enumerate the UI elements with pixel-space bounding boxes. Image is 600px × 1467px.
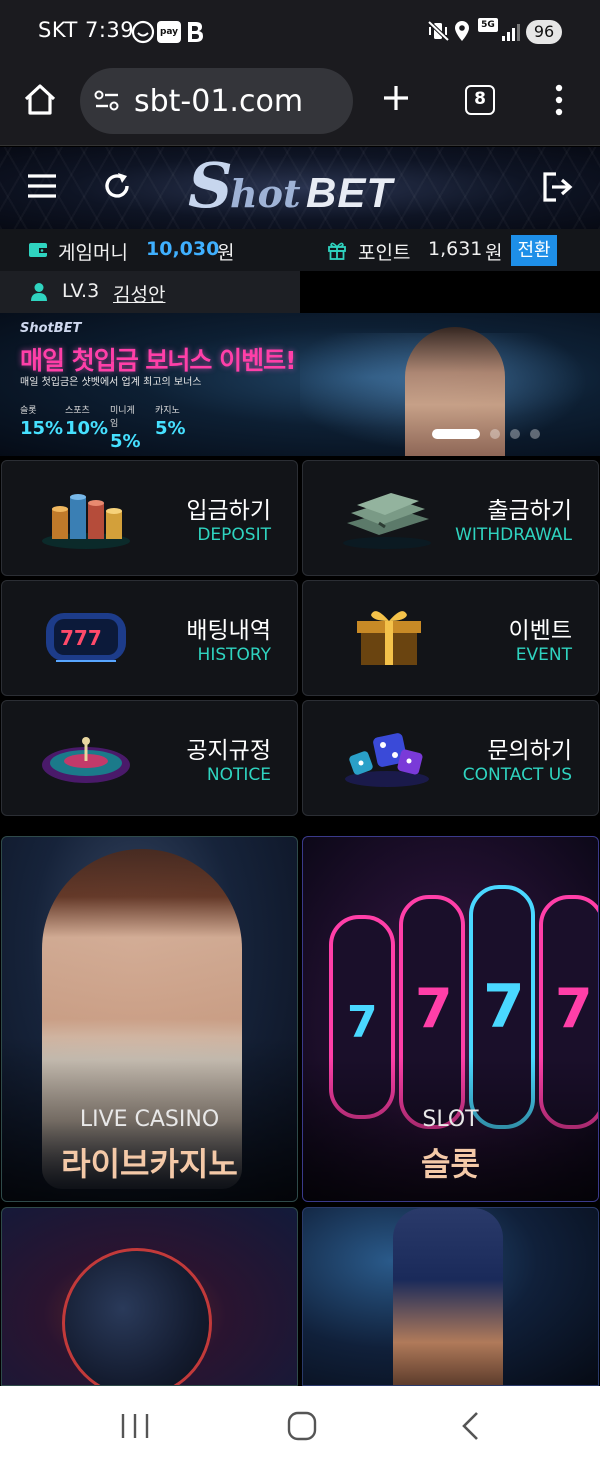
minigame-tile[interactable]	[302, 1207, 599, 1386]
mute-vibrate-icon	[427, 20, 450, 46]
live-casino-tile[interactable]: LIVE CASINO 라이브카지노	[1, 836, 298, 1202]
point-panel: 포인트 1,631 원 전환	[300, 229, 600, 271]
pay-icon: pay	[157, 21, 181, 43]
logo-s: S	[188, 149, 233, 222]
banner-subtitle: 매일 첫입금은 샷벳에서 업계 최고의 보너스	[20, 377, 202, 388]
contact-label: 문의하기	[487, 738, 572, 764]
notice-sublabel: NOTICE	[206, 765, 271, 785]
event-label: 이벤트	[508, 618, 572, 644]
dice-icon	[339, 723, 435, 793]
svg-text:7: 7	[555, 977, 593, 1040]
event-button[interactable]: 이벤트 EVENT	[302, 580, 599, 696]
address-bar[interactable]: sbt-01.com	[80, 68, 353, 134]
live-casino-en-label: LIVE CASINO	[79, 1107, 220, 1132]
withdrawal-button[interactable]: 출금하기 WITHDRAWAL	[302, 460, 599, 576]
url-text: sbt-01.com	[134, 84, 304, 119]
site-settings-icon[interactable]	[94, 90, 120, 116]
user-level-panel: LV.3 김성안	[0, 271, 300, 313]
more-menu-icon[interactable]	[553, 84, 565, 120]
wallet-icon	[28, 241, 48, 263]
gift-box-icon	[339, 603, 435, 673]
bonus-rates: 슬롯 15% 스포츠 10% 미니게임 5% 카지노 5%	[20, 403, 188, 452]
point-label: 포인트	[358, 242, 411, 264]
deposit-label: 입금하기	[186, 498, 271, 524]
live-casino-ko-label: 라이브카지노	[61, 1145, 238, 1183]
contact-button[interactable]: 문의하기 CONTACT US	[302, 700, 599, 816]
point-value: 1,631	[428, 238, 483, 260]
rate-sports: 스포츠 10%	[65, 406, 109, 439]
slot-reel-icon: 777	[38, 603, 134, 673]
sports-tile[interactable]	[1, 1207, 298, 1386]
cash-stack-icon	[339, 483, 435, 553]
new-tab-icon[interactable]	[381, 83, 411, 117]
banner-pagination	[432, 429, 540, 439]
rate-slot: 슬롯 15%	[20, 406, 64, 439]
convert-button[interactable]: 전환	[511, 235, 557, 266]
roulette-icon	[38, 723, 134, 793]
notice-label: 공지규정	[186, 738, 271, 764]
deposit-button[interactable]: 입금하기 DEPOSIT	[1, 460, 298, 576]
smile-app-icon	[131, 20, 155, 48]
banner-title: 매일 첫입금 보너스 이벤트!	[20, 346, 297, 375]
point-unit: 원	[485, 242, 503, 264]
hamburger-menu-icon[interactable]	[27, 173, 57, 203]
athlete-image	[393, 1208, 503, 1385]
back-nav-icon[interactable]	[460, 1411, 480, 1445]
system-nav-bar	[0, 1386, 600, 1467]
user-icon	[30, 282, 48, 306]
game-money-value: 10,030	[146, 238, 220, 260]
b-app-icon	[186, 20, 204, 48]
coins-icon	[38, 483, 134, 553]
history-button[interactable]: 777 배팅내역 HISTORY	[1, 580, 298, 696]
banner-brand: ShotBET	[20, 321, 82, 336]
location-icon	[454, 20, 470, 46]
logout-icon[interactable]	[542, 171, 574, 207]
carrier-time: SKT 7:39	[38, 18, 135, 42]
svg-text:7: 7	[483, 972, 525, 1042]
battery-indicator: 96	[526, 20, 562, 44]
game-money-panel: 게임머니 10,030 원	[0, 229, 300, 271]
signal-icon	[501, 22, 521, 46]
status-bar: SKT 7:39 pay 5G 96	[0, 0, 600, 64]
slot-tile[interactable]: 7 7 7 7 SLOT 슬롯	[302, 836, 599, 1202]
event-sublabel: EVENT	[515, 645, 572, 665]
contact-sublabel: CONTACT US	[462, 765, 572, 785]
svg-text:7: 7	[347, 997, 378, 1048]
gift-icon	[327, 240, 347, 264]
username-link[interactable]: 김성안	[113, 280, 165, 307]
tab-switcher-button[interactable]: 8	[465, 85, 495, 115]
logo-bet: BET	[306, 169, 393, 216]
deposit-sublabel: DEPOSIT	[197, 525, 271, 545]
network-5g-icon: 5G	[478, 18, 498, 32]
slot-en-label: SLOT	[422, 1107, 479, 1132]
refresh-icon[interactable]	[102, 171, 132, 205]
pagination-dot[interactable]	[530, 429, 540, 439]
pagination-dot[interactable]	[490, 429, 500, 439]
browser-toolbar: sbt-01.com 8	[0, 64, 600, 146]
withdrawal-label: 출금하기	[487, 498, 572, 524]
pagination-dot[interactable]	[510, 429, 520, 439]
home-nav-icon[interactable]	[287, 1411, 317, 1445]
withdrawal-sublabel: WITHDRAWAL	[455, 525, 572, 545]
home-icon[interactable]	[22, 82, 58, 122]
pagination-dot-active[interactable]	[432, 429, 480, 439]
rate-minigame: 미니게임 5%	[110, 406, 141, 452]
history-sublabel: HISTORY	[197, 645, 271, 665]
logo-hot: hot	[230, 171, 301, 216]
svg-text:777: 777	[60, 626, 102, 650]
notice-button[interactable]: 공지규정 NOTICE	[1, 700, 298, 816]
slot-ko-label: 슬롯	[421, 1145, 480, 1183]
game-money-unit: 원	[217, 242, 235, 264]
site-header: S hot BET	[0, 147, 600, 229]
game-money-label: 게임머니	[58, 242, 128, 264]
user-level: LV.3	[62, 280, 100, 302]
history-label: 배팅내역	[186, 618, 271, 644]
rate-casino: 카지노 5%	[155, 406, 186, 439]
recent-apps-icon[interactable]	[120, 1412, 150, 1444]
football-helmet-image	[62, 1248, 212, 1385]
svg-text:7: 7	[415, 977, 453, 1040]
